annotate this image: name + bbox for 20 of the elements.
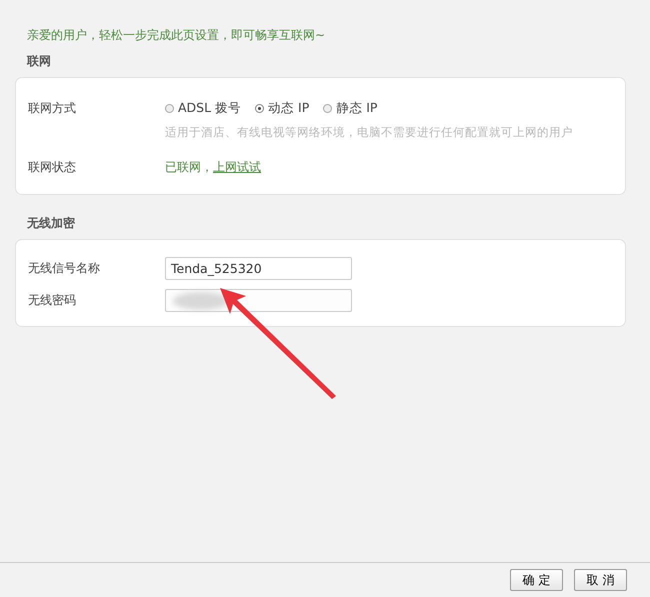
- test-link[interactable]: 上网试试: [213, 159, 261, 176]
- input-field[interactable]: [165, 289, 352, 312]
- radio-button[interactable]: [165, 104, 174, 113]
- radio-option[interactable]: 静态 IP: [323, 100, 378, 117]
- field-label: 无线信号名称: [28, 260, 101, 277]
- radio-button[interactable]: [255, 104, 264, 113]
- section-heading: 无线加密: [27, 215, 76, 232]
- field-label: 联网方式: [28, 100, 77, 117]
- field-label: 联网状态: [28, 159, 77, 176]
- intro-text: 亲爱的用户，轻松一步完成此页设置，即可畅享互联网~: [27, 27, 326, 44]
- radio-option[interactable]: ADSL 拨号: [165, 100, 242, 117]
- radio-option[interactable]: 动态 IP: [255, 100, 310, 117]
- input-field[interactable]: Tenda_525320: [165, 257, 352, 280]
- cancel-button[interactable]: 取 消: [574, 569, 627, 591]
- status-text: 已联网，: [165, 159, 213, 176]
- confirm-button[interactable]: 确 定: [510, 569, 563, 591]
- hint-text: 适用于酒店、有线电视等网络环境，电脑不需要进行任何配置就可上网的用户: [165, 125, 573, 140]
- section-heading: 联网: [27, 53, 52, 70]
- radio-button[interactable]: [323, 104, 332, 113]
- field-label: 无线密码: [28, 292, 77, 309]
